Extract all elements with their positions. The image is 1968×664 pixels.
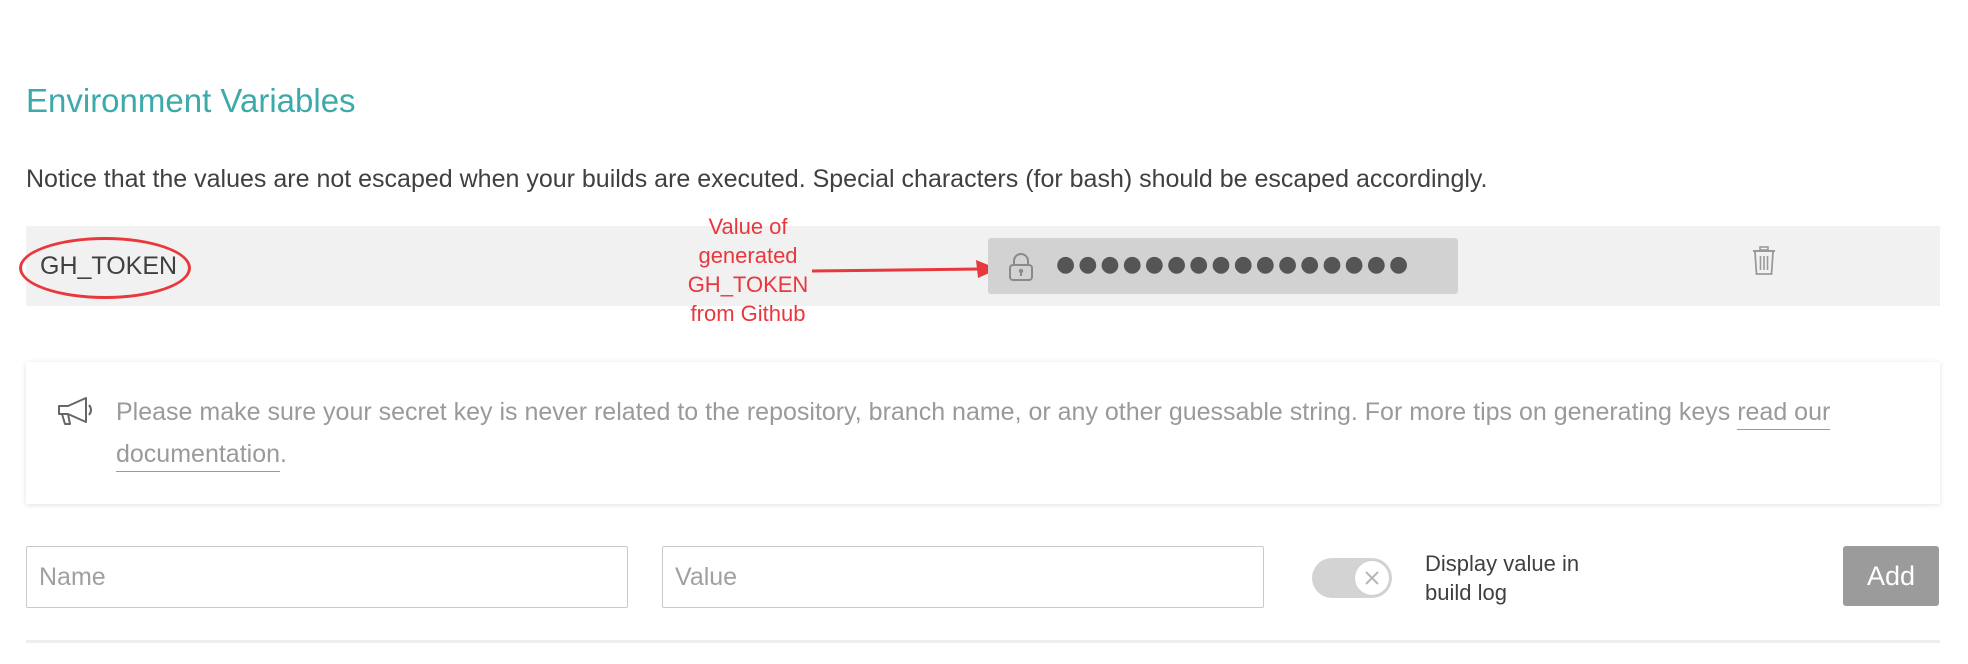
toggle-label: Display value in build log — [1425, 551, 1580, 605]
toggle-knob — [1354, 560, 1390, 596]
megaphone-icon — [58, 397, 92, 425]
annotation-line: generated — [698, 243, 798, 268]
annotation-arrow — [812, 260, 998, 278]
annotation-line: Value of — [708, 214, 788, 239]
tip-body: Please make sure your secret key is neve… — [116, 398, 1738, 426]
tip-suffix: . — [280, 440, 287, 468]
tip-text: Please make sure your secret key is neve… — [116, 391, 1926, 475]
name-input[interactable] — [26, 546, 628, 608]
annotation-line: from Github — [690, 301, 806, 326]
annotation-ellipse — [19, 237, 191, 299]
section-title: Environment Variables — [26, 82, 356, 119]
notice-text: Notice that the values are not escaped w… — [26, 165, 1488, 193]
tip-box: Please make sure your secret key is neve… — [26, 362, 1940, 504]
lock-icon — [1009, 253, 1033, 281]
bottom-divider — [26, 640, 1940, 643]
add-button[interactable]: Add — [1843, 546, 1939, 606]
value-input[interactable] — [662, 546, 1264, 608]
display-value-toggle[interactable] — [1312, 558, 1392, 598]
env-var-value-field: ●●●●●●●●●●●●●●●● — [988, 238, 1458, 294]
close-icon — [1365, 571, 1379, 585]
annotation-line: GH_TOKEN — [687, 272, 809, 297]
trash-icon[interactable] — [1752, 246, 1776, 276]
annotation-text: Value of generated GH_TOKEN from Github — [668, 212, 828, 328]
env-var-masked-value: ●●●●●●●●●●●●●●●● — [1056, 252, 1412, 277]
